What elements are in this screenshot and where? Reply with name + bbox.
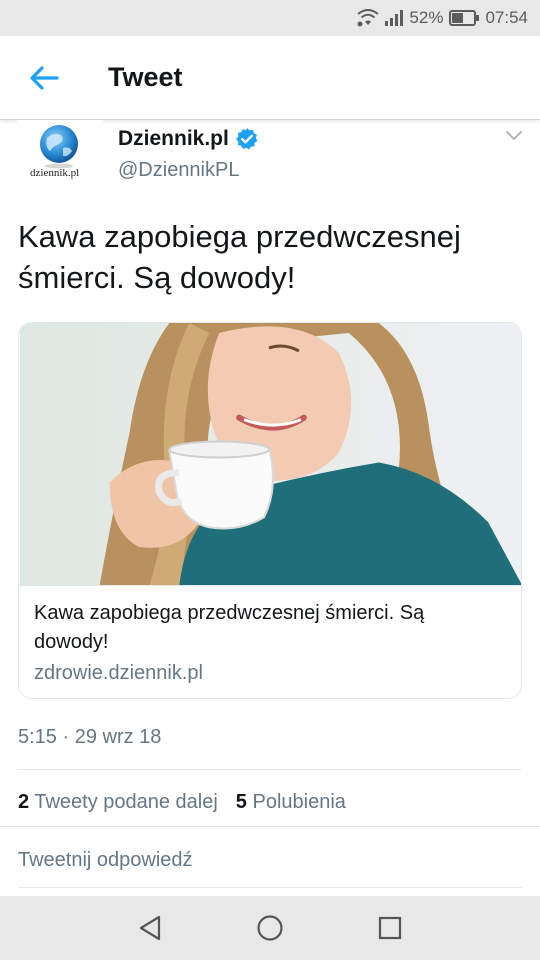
card-image [19, 323, 521, 586]
card-title: Kawa zapobiega przedwczesnej śmierci. Są… [34, 602, 425, 653]
nav-recents-button[interactable] [370, 908, 410, 948]
status-icons: 52% 07:54 [357, 0, 528, 36]
chevron-down-icon [506, 131, 522, 140]
retweets-label: Tweety podane dalej [34, 791, 218, 813]
retweets-stat[interactable]: 2 Tweety podane dalej [18, 791, 218, 814]
nav-home-button[interactable] [250, 908, 290, 948]
retweets-count: 2 [18, 791, 30, 813]
likes-count: 5 [235, 791, 247, 813]
clock: 07:54 [485, 8, 528, 27]
tweet-menu-button[interactable] [500, 122, 528, 150]
reply-input[interactable]: Tweetnij odpowiedź [18, 849, 193, 872]
recents-square-icon [378, 916, 402, 940]
tweet-text: Kawa zapobiega przedwczesnej śmierci. Są… [18, 219, 461, 295]
status-bar: 52% 07:54 [0, 0, 540, 36]
battery-percent: 52% [409, 8, 444, 27]
card-domain: zdrowie.dziennik.pl [34, 662, 203, 684]
wifi-icon [357, 9, 380, 27]
reply-underline [18, 887, 522, 888]
app-bar: Tweet [0, 36, 540, 120]
page-title: Tweet [108, 62, 183, 92]
tweet-stats: 2 Tweety podane dalej 5 Polubienia [18, 791, 346, 814]
system-nav-bar [0, 896, 540, 960]
user-handle[interactable]: @DziennikPL [118, 159, 239, 182]
back-triangle-icon [139, 915, 161, 941]
home-circle-icon [257, 915, 283, 941]
divider [0, 826, 540, 827]
signal-icon [385, 10, 404, 26]
battery-icon [449, 10, 480, 26]
avatar-wordmark: dziennik.pl [30, 167, 80, 179]
tweet-timestamp: 5:15 · 29 wrz 18 [18, 726, 162, 748]
divider [18, 769, 522, 770]
verified-badge-icon [235, 127, 259, 156]
display-name[interactable]: Dziennik.pl [118, 127, 229, 151]
likes-stat[interactable]: 5 Polubienia [236, 791, 346, 814]
arrow-left-icon [30, 66, 59, 90]
back-button[interactable] [18, 56, 70, 100]
nav-back-button[interactable] [130, 908, 170, 948]
link-card[interactable]: Kawa zapobiega przedwczesnej śmierci. Są… [18, 322, 522, 699]
avatar[interactable]: dziennik.pl [17, 120, 103, 192]
globe-logo-icon [40, 125, 78, 169]
likes-label: Polubienia [252, 791, 346, 813]
